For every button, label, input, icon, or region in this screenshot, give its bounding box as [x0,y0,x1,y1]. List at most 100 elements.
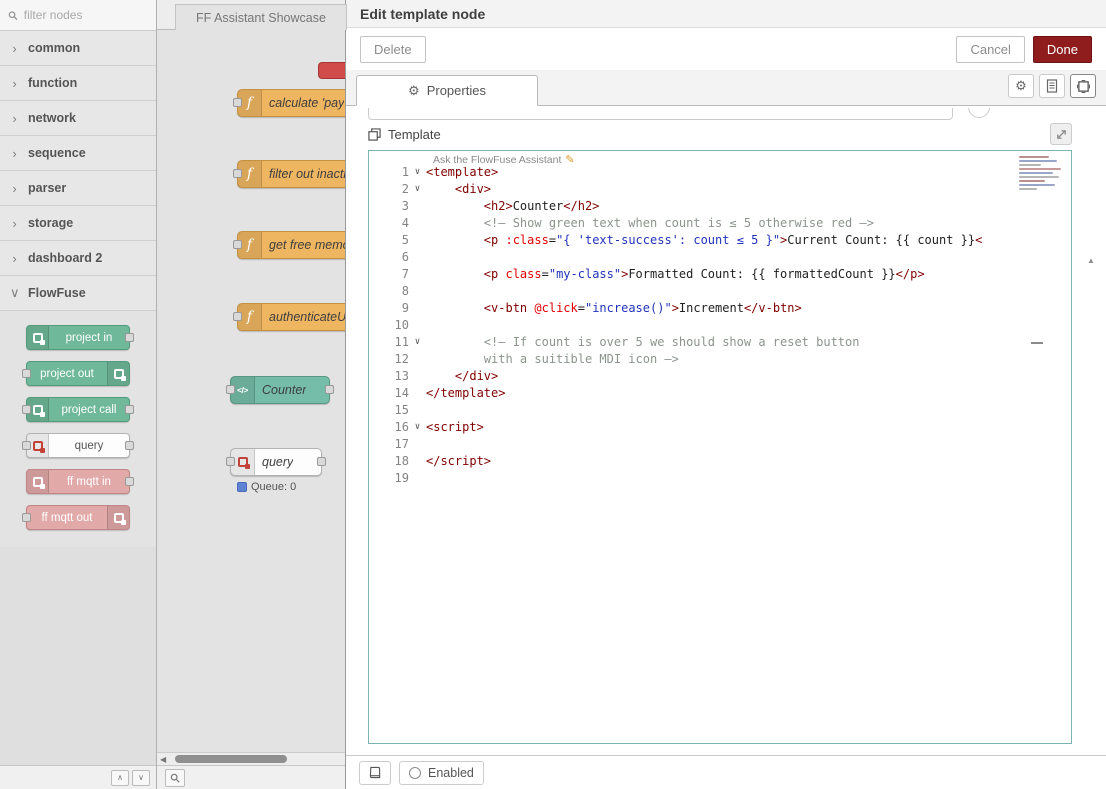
name-field-partial[interactable] [368,108,953,120]
workspace-hscrollbar[interactable]: ◀ [157,752,345,765]
scroll-up-icon[interactable]: ▲ [1087,256,1095,265]
input-port[interactable] [233,240,242,249]
enabled-toggle-button[interactable]: Enabled [399,761,484,785]
cancel-button[interactable]: Cancel [956,36,1024,63]
code-line-15[interactable]: 15 [369,402,1071,419]
appearance-button[interactable] [1070,74,1096,98]
partial-node[interactable] [318,62,345,79]
chevron-right-icon: › [10,111,19,126]
input-port[interactable] [22,441,31,450]
code-line-17[interactable]: 17 [369,436,1071,453]
fold-arrow-icon[interactable]: ∨ [409,334,426,351]
code-line-12[interactable]: 12 with a suitible MDI icon —> [369,351,1071,368]
palette-category-flowfuse[interactable]: ∨FlowFuse [0,276,156,311]
code-line-8[interactable]: 8 [369,283,1071,300]
code-line-7[interactable]: 7 <p class="my-class">Formatted Count: {… [369,266,1071,283]
palette-category-network[interactable]: ›network [0,101,156,136]
code-line-9[interactable]: 9 <v-btn @click="increase()">Increment</… [369,300,1071,317]
palette-node-query[interactable]: query [26,433,130,458]
palette-category-sequence[interactable]: ›sequence [0,136,156,171]
fold-arrow-icon[interactable]: ∨ [409,164,426,181]
description-button[interactable] [1039,74,1065,98]
chevron-right-icon: › [10,181,19,196]
code-line-11[interactable]: 11∨ <!— If count is over 5 we should sho… [369,334,1071,351]
code-lines: 1∨<template>2∨ <div>3 <h2>Counter</h2>4 … [369,151,1071,487]
tab-properties[interactable]: ⚙ Properties [356,75,538,106]
code-line-18[interactable]: 18</script> [369,453,1071,470]
flow-node-get-free-memo[interactable]: fget free memo [237,231,345,259]
code-line-19[interactable]: 19 [369,470,1071,487]
flow-node-calculate-pay[interactable]: fcalculate 'pay [237,89,345,117]
magnifier-icon [170,773,180,783]
flow-canvas[interactable]: fcalculate 'pay ffilter out inacti fget fr… [157,30,345,752]
code-line-3[interactable]: 3 <h2>Counter</h2> [369,198,1071,215]
delete-button[interactable]: Delete [360,36,426,63]
code-line-5[interactable]: 5 <p :class="{ 'text-success': count ≤ 5… [369,232,1071,249]
flow-tab[interactable]: FF Assistant Showcase [175,4,347,30]
code-line-14[interactable]: 14</template> [369,385,1071,402]
expand-icon [1056,129,1067,140]
code-line-10[interactable]: 10 [369,317,1071,334]
input-port[interactable] [226,385,235,394]
input-port[interactable] [233,169,242,178]
line-number: 18 [369,453,409,470]
code-text: <p class="my-class">Formatted Count: {{ … [426,266,925,283]
node-label: project call [49,404,129,416]
code-line-2[interactable]: 2∨ <div> [369,181,1071,198]
fold-arrow-icon[interactable]: ∨ [409,419,426,436]
line-number: 9 [369,300,409,317]
output-port[interactable] [125,333,134,342]
flow-node-query[interactable]: query [230,448,322,476]
flow-node-counter[interactable]: </>Counter [230,376,330,404]
input-port[interactable] [233,312,242,321]
flow-node-authenticateu[interactable]: fauthenticateU [237,303,345,331]
expand-editor-button[interactable] [1050,123,1072,145]
output-port[interactable] [125,405,134,414]
panel-vscrollbar[interactable]: ▲ ▼ [1083,254,1099,755]
scroll-left-icon[interactable]: ◀ [160,755,166,764]
assistant-prompt[interactable]: Ask the FlowFuse Assistant ✎ [427,152,581,167]
help-circle-button[interactable] [968,108,990,118]
palette-category-common[interactable]: ›common [0,31,156,66]
code-line-6[interactable]: 6 [369,249,1071,266]
code-editor[interactable]: 1∨<template>2∨ <div>3 <h2>Counter</h2>4 … [368,150,1072,744]
flow-node-filter-out-inacti[interactable]: ffilter out inacti [237,160,345,188]
output-port[interactable] [325,385,334,394]
palette-category-parser[interactable]: ›parser [0,171,156,206]
code-line-4[interactable]: 4 <!— Show green text when count is ≤ 5 … [369,215,1071,232]
editor-minimap[interactable] [1017,153,1063,199]
node-info-button[interactable] [359,761,391,785]
palette-node-project-out[interactable]: project out [26,361,130,386]
queue-badge: Queue: 0 [237,481,296,493]
code-line-13[interactable]: 13 </div> [369,368,1071,385]
palette-node-ff-mqtt-out[interactable]: ff mqtt out [26,505,130,530]
input-port[interactable] [22,405,31,414]
hscroll-thumb[interactable] [175,755,287,763]
code-line-16[interactable]: 16∨<script> [369,419,1071,436]
queue-badge-icon [237,482,247,492]
input-port[interactable] [233,98,242,107]
output-port[interactable] [125,477,134,486]
input-port[interactable] [226,457,235,466]
palette-search-input[interactable] [24,8,148,22]
input-port[interactable] [22,369,31,378]
zoom-search-button[interactable] [165,769,185,787]
palette-category-dashboard-2[interactable]: ›dashboard 2 [0,241,156,276]
input-port[interactable] [22,513,31,522]
line-number: 1 [369,164,409,181]
palette-node-project-call[interactable]: project call [26,397,130,422]
palette-node-project-in[interactable]: project in [26,325,130,350]
output-port[interactable] [317,457,326,466]
palette-node-ff-mqtt-in[interactable]: ff mqtt in [26,469,130,494]
output-port[interactable] [125,441,134,450]
edit-panel-buttons: Delete Cancel Done [346,28,1106,70]
palette-expand-all-button[interactable]: ∨ [132,770,150,786]
node-settings-button[interactable]: ⚙ [1008,74,1034,98]
palette-collapse-all-button[interactable]: ∧ [111,770,129,786]
fold-arrow-icon[interactable]: ∨ [409,181,426,198]
palette-search[interactable] [0,0,156,31]
line-number: 12 [369,351,409,368]
palette-category-function[interactable]: ›function [0,66,156,101]
palette-category-storage[interactable]: ›storage [0,206,156,241]
done-button[interactable]: Done [1033,36,1092,63]
